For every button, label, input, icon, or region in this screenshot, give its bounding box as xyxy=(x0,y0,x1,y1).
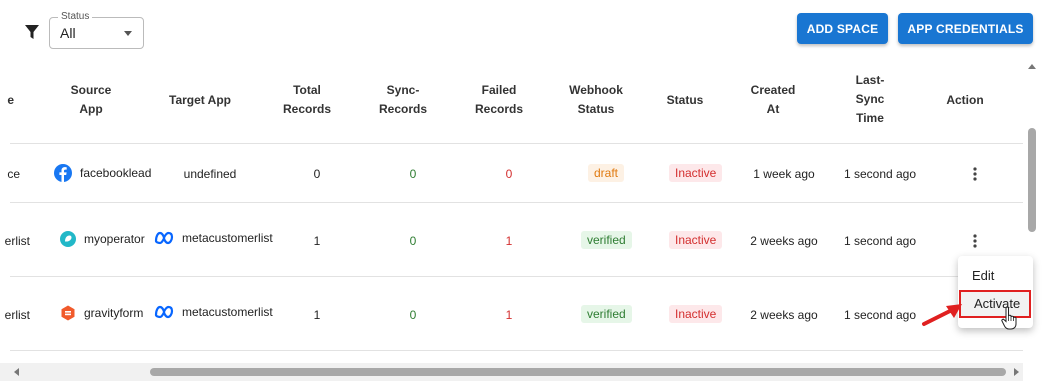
app-root: Status All ADD SPACE APP CREDENTIALS e S… xyxy=(0,0,1053,387)
webhook-status-badge: draft xyxy=(588,164,625,182)
scroll-left-icon[interactable] xyxy=(14,368,19,376)
kebab-menu-icon[interactable] xyxy=(973,234,977,248)
row-divider xyxy=(10,276,1023,277)
cell-failed-records: 1 xyxy=(505,234,513,248)
cell-total-records: 1 xyxy=(313,308,321,322)
hand-cursor-icon xyxy=(1001,306,1017,330)
cell-total-records: 1 xyxy=(313,234,321,248)
cell-sync-records: 0 xyxy=(409,308,417,322)
status-filter-label: Status xyxy=(58,11,93,22)
cell-target-app: undefined xyxy=(183,167,237,181)
cell-sync-records: 0 xyxy=(409,234,417,248)
header-sync-records: Sync- Records xyxy=(378,83,428,116)
status-badge: Inactive xyxy=(669,164,723,182)
cell-total-records: 0 xyxy=(313,167,321,181)
cell-created-at: 1 week ago xyxy=(753,167,815,181)
status-badge: Inactive xyxy=(669,231,723,249)
cell-sync-records: 0 xyxy=(409,167,417,181)
header-total-records: Total Records xyxy=(282,83,332,116)
cell-partial: erlist xyxy=(4,308,30,322)
scroll-right-icon[interactable] xyxy=(1014,368,1019,376)
scroll-up-icon[interactable] xyxy=(1028,64,1036,69)
header-partial: e xyxy=(7,93,14,107)
status-badge: Inactive xyxy=(669,305,723,323)
row-divider xyxy=(10,350,1023,351)
cell-partial: erlist xyxy=(4,234,30,248)
header-created-at: Created At xyxy=(750,83,796,116)
spaces-table: e Source App Target App Total Records Sync… xyxy=(0,58,1023,355)
horizontal-scroll-thumb[interactable] xyxy=(150,368,1006,376)
cell-last-sync: 1 second ago xyxy=(843,167,917,181)
vertical-scroll-thumb[interactable] xyxy=(1028,128,1036,232)
kebab-menu-icon[interactable] xyxy=(973,167,977,181)
filter-funnel-icon[interactable] xyxy=(25,24,39,40)
webhook-status-badge: verified xyxy=(581,305,632,323)
cell-created-at: 2 weeks ago xyxy=(750,308,818,322)
header-last-sync-time: Last- Sync Time xyxy=(855,73,885,125)
row-divider xyxy=(10,202,1023,203)
cell-target-app: metacustomerlist xyxy=(154,231,273,245)
header-target-app: Target App xyxy=(169,93,231,107)
cell-failed-records: 1 xyxy=(505,308,513,322)
cell-failed-records: 0 xyxy=(505,167,513,181)
meta-icon xyxy=(154,305,174,319)
cell-last-sync: 1 second ago xyxy=(843,234,917,248)
meta-icon xyxy=(154,231,174,245)
header-divider xyxy=(10,143,1023,144)
header-source-app: Source App xyxy=(70,83,112,116)
header-status: Status xyxy=(666,93,704,107)
gravityform-icon xyxy=(61,305,75,321)
myoperator-icon xyxy=(60,231,76,247)
app-credentials-button[interactable]: APP CREDENTIALS xyxy=(898,13,1033,44)
horizontal-scrollbar[interactable] xyxy=(0,363,1023,381)
cell-source-app: facebooklead xyxy=(54,164,151,182)
webhook-status-badge: verified xyxy=(581,231,632,249)
cell-last-sync: 1 second ago xyxy=(843,308,917,322)
chevron-down-icon xyxy=(124,31,132,36)
status-filter-value: All xyxy=(60,25,76,41)
annotation-arrow-icon xyxy=(922,304,962,326)
add-space-button[interactable]: ADD SPACE xyxy=(797,13,888,44)
cell-target-app: metacustomerlist xyxy=(154,305,273,319)
menu-item-edit[interactable]: Edit xyxy=(958,262,1033,290)
cell-partial: ce xyxy=(7,167,20,181)
header-action: Action xyxy=(946,93,984,107)
cell-created-at: 2 weeks ago xyxy=(750,234,818,248)
header-failed-records: Failed Records xyxy=(474,83,524,116)
cell-source-app: gravityform xyxy=(60,305,143,321)
header-webhook-status: Webhook Status xyxy=(569,83,623,116)
cell-source-app: myoperator xyxy=(60,231,145,247)
status-filter-select[interactable]: Status All xyxy=(49,11,144,49)
facebook-icon xyxy=(54,164,72,182)
